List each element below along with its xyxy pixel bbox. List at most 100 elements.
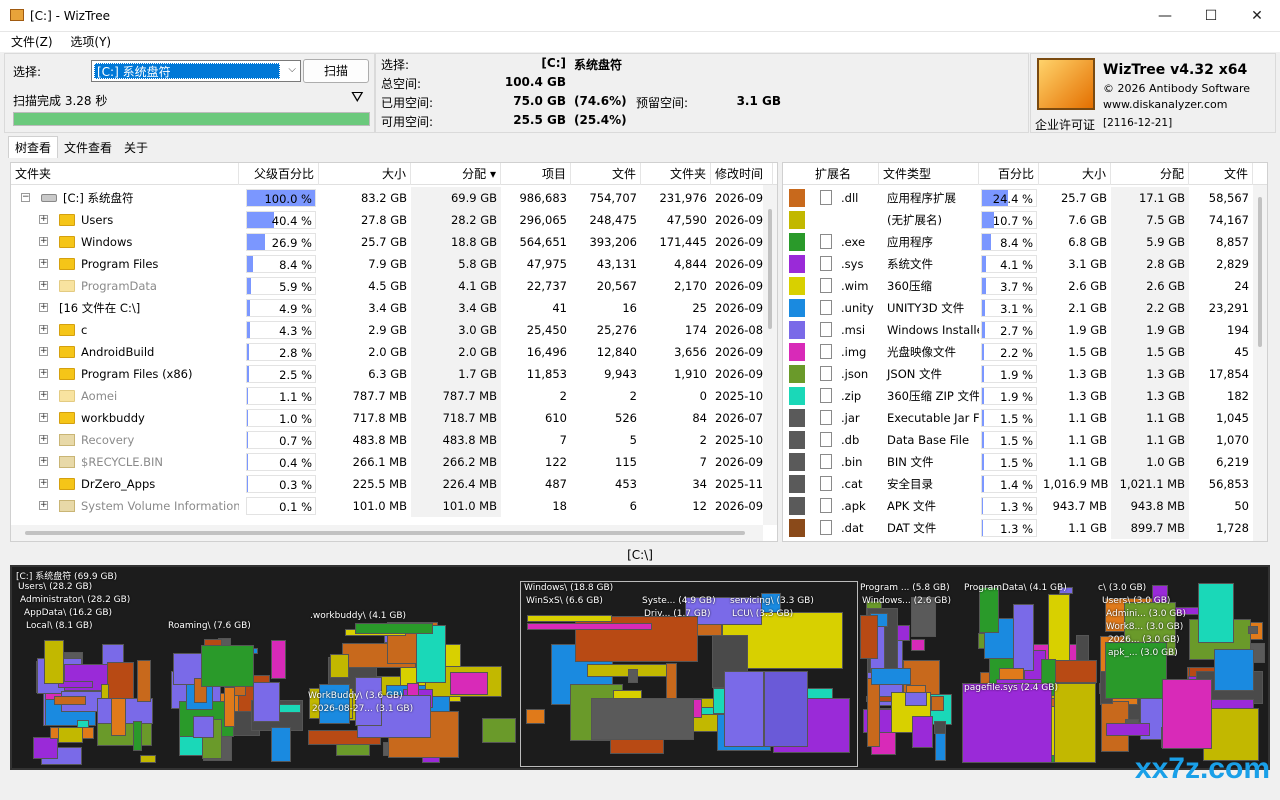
- tree-col-header[interactable]: 项目: [501, 163, 571, 185]
- chevron-down-icon[interactable]: ⌵: [288, 64, 296, 75]
- table-row[interactable]: .json JSON 文件 1.9 % 1.3 GB 1.3 GB 17,854: [783, 363, 1267, 385]
- table-row[interactable]: .apk APK 文件 1.3 % 943.7 MB 943.8 MB 50: [783, 495, 1267, 517]
- table-row[interactable]: .zip 360压缩 ZIP 文件 1.9 % 1.3 GB 1.3 GB 182: [783, 385, 1267, 407]
- table-row[interactable]: .exe 应用程序 8.4 % 6.8 GB 5.9 GB 8,857: [783, 231, 1267, 253]
- ext-col-header[interactable]: 文件: [1189, 163, 1253, 185]
- table-row[interactable]: .dat DAT 文件 1.3 % 1.1 GB 899.7 MB 1,728: [783, 517, 1267, 539]
- treemap-block[interactable]: [132, 720, 142, 752]
- treemap-block[interactable]: [1054, 659, 1097, 684]
- treemap-block[interactable]: [1054, 683, 1096, 763]
- table-row[interactable]: (无扩展名) 10.7 % 7.6 GB 7.5 GB 74,167: [783, 209, 1267, 231]
- expand-toggle-icon[interactable]: +: [39, 391, 48, 400]
- treemap-block[interactable]: [136, 660, 151, 703]
- table-row[interactable]: .unity UNITY3D 文件 3.1 % 2.1 GB 2.2 GB 23,291: [783, 297, 1267, 319]
- minimize-button[interactable]: —: [1142, 0, 1188, 32]
- ext-col-header[interactable]: 分配: [1111, 163, 1189, 185]
- expand-toggle-icon[interactable]: +: [39, 479, 48, 488]
- ext-vertical-scrollbar[interactable]: [1253, 185, 1267, 541]
- maximize-button[interactable]: ☐: [1188, 0, 1234, 32]
- expand-toggle-icon[interactable]: +: [39, 457, 48, 466]
- treemap-block[interactable]: [910, 639, 925, 652]
- table-row[interactable]: + c 4.3 % 2.9 GB 3.0 GB 25,450 25,276 174 2026-0…: [11, 319, 777, 341]
- table-row[interactable]: + DrZero_Apps 0.3 % 225.5 MB 226.4 MB 487 453 3…: [11, 473, 777, 495]
- tree-col-header[interactable]: 分配 ▾: [411, 163, 501, 185]
- table-row[interactable]: .jar Executable Jar Fi 1.5 % 1.1 GB 1.1 GB 1,…: [783, 407, 1267, 429]
- treemap-block[interactable]: [1162, 679, 1212, 749]
- disk-treemap[interactable]: [C:] 系统盘符 (69.9 GB) Users\ (28.2 GB) Admin…: [10, 565, 1270, 770]
- treemap-block[interactable]: [107, 661, 135, 699]
- treemap-block[interactable]: [355, 622, 434, 634]
- treemap-block[interactable]: [252, 682, 280, 723]
- ext-col-header[interactable]: 大小: [1039, 163, 1111, 185]
- expand-toggle-icon[interactable]: +: [39, 347, 48, 356]
- table-row[interactable]: + [16 文件在 C:\] 4.9 % 3.4 GB 3.4 GB 41 16 25 2026…: [11, 297, 777, 319]
- treemap-block[interactable]: [139, 755, 157, 764]
- expand-toggle-icon[interactable]: +: [39, 501, 48, 510]
- treemap-block[interactable]: [200, 644, 255, 688]
- folder-tree-table[interactable]: 文件夹 父级百分比 大小 分配 ▾ 项目 文件 文件夹 修改时间 − [C:] 系统盘符 100.…: [10, 162, 778, 542]
- treemap-block[interactable]: [416, 625, 447, 683]
- table-row[interactable]: .db Data Base File 1.5 % 1.1 GB 1.1 GB 1,070: [783, 429, 1267, 451]
- treemap-block[interactable]: [1105, 723, 1150, 737]
- table-row[interactable]: + Recovery 0.7 % 483.8 MB 483.8 MB 7 5 2 2025-10: [11, 429, 777, 451]
- expand-toggle-icon[interactable]: +: [39, 369, 48, 378]
- treemap-block[interactable]: [329, 654, 349, 679]
- table-row[interactable]: .img 光盘映像文件 2.2 % 1.5 GB 1.5 GB 45: [783, 341, 1267, 363]
- treemap-block[interactable]: [193, 716, 215, 738]
- expand-toggle-icon[interactable]: +: [39, 237, 48, 246]
- treemap-block[interactable]: [44, 640, 64, 684]
- treemap-block[interactable]: [449, 672, 489, 696]
- treemap-block[interactable]: [1198, 583, 1234, 643]
- table-row[interactable]: .cat 安全目录 1.4 % 1,016.9 MB 1,021.1 MB 56,853: [783, 473, 1267, 495]
- filter-icon[interactable]: ⛛: [351, 88, 364, 106]
- expand-toggle-icon[interactable]: +: [39, 259, 48, 268]
- table-row[interactable]: + workbuddy 1.0 % 717.8 MB 718.7 MB 610 526 84 2…: [11, 407, 777, 429]
- treemap-block[interactable]: [871, 668, 912, 686]
- tab-tree-view[interactable]: 树查看: [8, 136, 59, 158]
- table-row[interactable]: + System Volume Information 0.1 % 101.0 MB 1…: [11, 495, 777, 517]
- tree-col-header[interactable]: 大小: [319, 163, 411, 185]
- drive-select[interactable]: [C:] 系统盘符 ⌵: [91, 60, 301, 82]
- tree-col-header[interactable]: 修改时间: [711, 163, 773, 185]
- treemap-block[interactable]: [271, 639, 286, 679]
- menu-file[interactable]: 文件(Z): [4, 32, 60, 52]
- expand-toggle-icon[interactable]: +: [39, 413, 48, 422]
- treemap-block[interactable]: [1048, 594, 1071, 662]
- table-row[interactable]: .msi Windows Installe 2.7 % 1.9 GB 1.9 GB 194: [783, 319, 1267, 341]
- treemap-block[interactable]: [912, 715, 933, 748]
- table-row[interactable]: .wim 360压缩 3.7 % 2.6 GB 2.6 GB 24: [783, 275, 1267, 297]
- treemap-block[interactable]: [933, 720, 947, 735]
- treemap-block[interactable]: [904, 692, 928, 706]
- extension-table[interactable]: 扩展名 文件类型 百分比 大小 分配 文件 .dll 应用程序扩展 24.4 % 25.7 GB…: [782, 162, 1268, 542]
- table-row[interactable]: − [C:] 系统盘符 100.0 % 83.2 GB 69.9 GB 986,683 75…: [11, 187, 777, 209]
- table-row[interactable]: + Aomei 1.1 % 787.7 MB 787.7 MB 2 2 0 2025-10: [11, 385, 777, 407]
- treemap-block[interactable]: [223, 686, 235, 727]
- expand-toggle-icon[interactable]: −: [21, 193, 30, 202]
- ext-vscroll-thumb[interactable]: [1258, 197, 1262, 347]
- tree-vscroll-thumb[interactable]: [768, 209, 772, 329]
- ext-col-header[interactable]: 文件类型: [879, 163, 979, 185]
- treemap-block[interactable]: [481, 717, 516, 743]
- ext-col-header[interactable]: 扩展名: [811, 163, 879, 185]
- expand-toggle-icon[interactable]: +: [39, 303, 48, 312]
- tree-vertical-scrollbar[interactable]: [763, 185, 777, 525]
- treemap-block[interactable]: [978, 586, 999, 633]
- wizard-logo-icon[interactable]: [1037, 58, 1095, 110]
- table-row[interactable]: .bin BIN 文件 1.5 % 1.1 GB 1.0 GB 6,219: [783, 451, 1267, 473]
- treemap-block[interactable]: [1012, 603, 1034, 672]
- menu-options[interactable]: 选项(Y): [63, 32, 118, 52]
- table-row[interactable]: + $RECYCLE.BIN 0.4 % 266.1 MB 266.2 MB 122 115…: [11, 451, 777, 473]
- treemap-block[interactable]: [355, 677, 382, 726]
- treemap-block[interactable]: [1247, 626, 1258, 635]
- table-row[interactable]: + AndroidBuild 2.8 % 2.0 GB 2.0 GB 16,496 12,8…: [11, 341, 777, 363]
- scan-button[interactable]: 扫描: [303, 59, 369, 83]
- close-button[interactable]: ✕: [1234, 0, 1280, 32]
- treemap-selection[interactable]: [520, 581, 858, 767]
- table-row[interactable]: + Windows 26.9 % 25.7 GB 18.8 GB 564,651 393,2…: [11, 231, 777, 253]
- treemap-block[interactable]: [54, 696, 87, 705]
- treemap-block[interactable]: [860, 614, 878, 659]
- treemap-block[interactable]: [57, 726, 84, 744]
- tab-about[interactable]: 关于: [118, 137, 154, 159]
- treemap-block[interactable]: [962, 683, 1052, 763]
- treemap-block[interactable]: [1213, 649, 1254, 691]
